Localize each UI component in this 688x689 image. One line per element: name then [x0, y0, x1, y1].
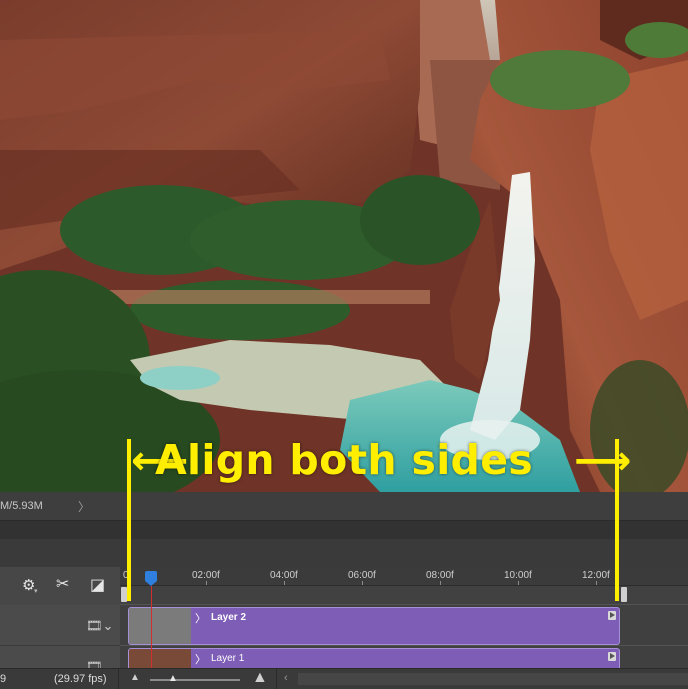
playhead-line — [151, 586, 152, 668]
panel-divider — [0, 521, 688, 539]
left-guide-line — [127, 439, 131, 601]
time-ruler[interactable]: 0 02:00f 04:00f 06:00f 08:00f 10:00f 12:… — [120, 567, 688, 586]
ruler-tick — [284, 581, 285, 585]
canyon-waterfall-image — [0, 0, 688, 492]
ruler-label-4: 04:00f — [270, 570, 298, 581]
ruler-tick — [518, 581, 519, 585]
ruler-tick — [206, 581, 207, 585]
scissors-icon[interactable]: ✂ — [56, 574, 69, 594]
dropdown-indicator: ▾ — [34, 588, 38, 595]
document-size: M/5.93M — [0, 500, 43, 512]
clip-layer-2[interactable]: 〉 Layer 2 — [128, 607, 620, 645]
divider — [276, 669, 277, 689]
clip-name: Layer 1 — [211, 653, 245, 664]
ruler-tick — [440, 581, 441, 585]
clip-end-triangle-icon[interactable] — [608, 611, 616, 620]
playhead-handle[interactable] — [145, 571, 157, 586]
ruler-tick — [596, 581, 597, 585]
frame-rate: (29.97 fps) — [54, 673, 107, 685]
timeline-footer: 9 (29.97 fps) ▲ ▲ ▲ ‹ — [0, 668, 688, 689]
zoom-in-icon[interactable]: ▲ — [252, 669, 268, 687]
ruler-tick — [362, 581, 363, 585]
status-bar: M/5.93M 〉 — [0, 492, 688, 521]
zoom-slider-thumb[interactable]: ▲ — [168, 673, 178, 684]
clip-end-triangle-icon[interactable] — [608, 652, 616, 661]
ruler-label-2: 02:00f — [192, 570, 220, 581]
ruler-label-10: 10:00f — [504, 570, 532, 581]
layer-header-2[interactable]: 🎞⌄ — [0, 605, 120, 646]
timeline-tools: ⚙ ▾ ✂ ◪ — [0, 567, 120, 605]
current-frame: 9 — [0, 673, 7, 685]
clip-thumbnail-gray — [129, 608, 191, 644]
scroll-left-icon[interactable]: ‹ — [284, 672, 288, 684]
ruler-label-8: 08:00f — [426, 570, 454, 581]
ruler-label-6: 06:00f — [348, 570, 376, 581]
panel-tab-bar — [0, 539, 688, 567]
video-preview — [0, 0, 688, 492]
chevron-right-icon[interactable]: 〉 — [78, 498, 90, 515]
divider — [118, 669, 119, 689]
transition-icon[interactable]: ◪ — [90, 575, 105, 595]
ruler-label-12: 12:00f — [582, 570, 610, 581]
work-area-end-handle[interactable] — [621, 587, 627, 602]
zoom-slider-track[interactable] — [150, 679, 240, 681]
expand-caret-icon[interactable]: 〉 — [195, 610, 206, 626]
timeline-scrollbar[interactable] — [298, 673, 688, 685]
zoom-out-icon[interactable]: ▲ — [130, 672, 140, 683]
clip-name: Layer 2 — [211, 612, 247, 623]
expand-caret-icon[interactable]: 〉 — [195, 651, 206, 667]
work-area-bar[interactable] — [120, 586, 688, 604]
right-arrow-annotation: ⟶ — [574, 438, 632, 484]
right-guide-line — [615, 439, 619, 601]
film-strip-icon[interactable]: 🎞⌄ — [86, 618, 113, 634]
